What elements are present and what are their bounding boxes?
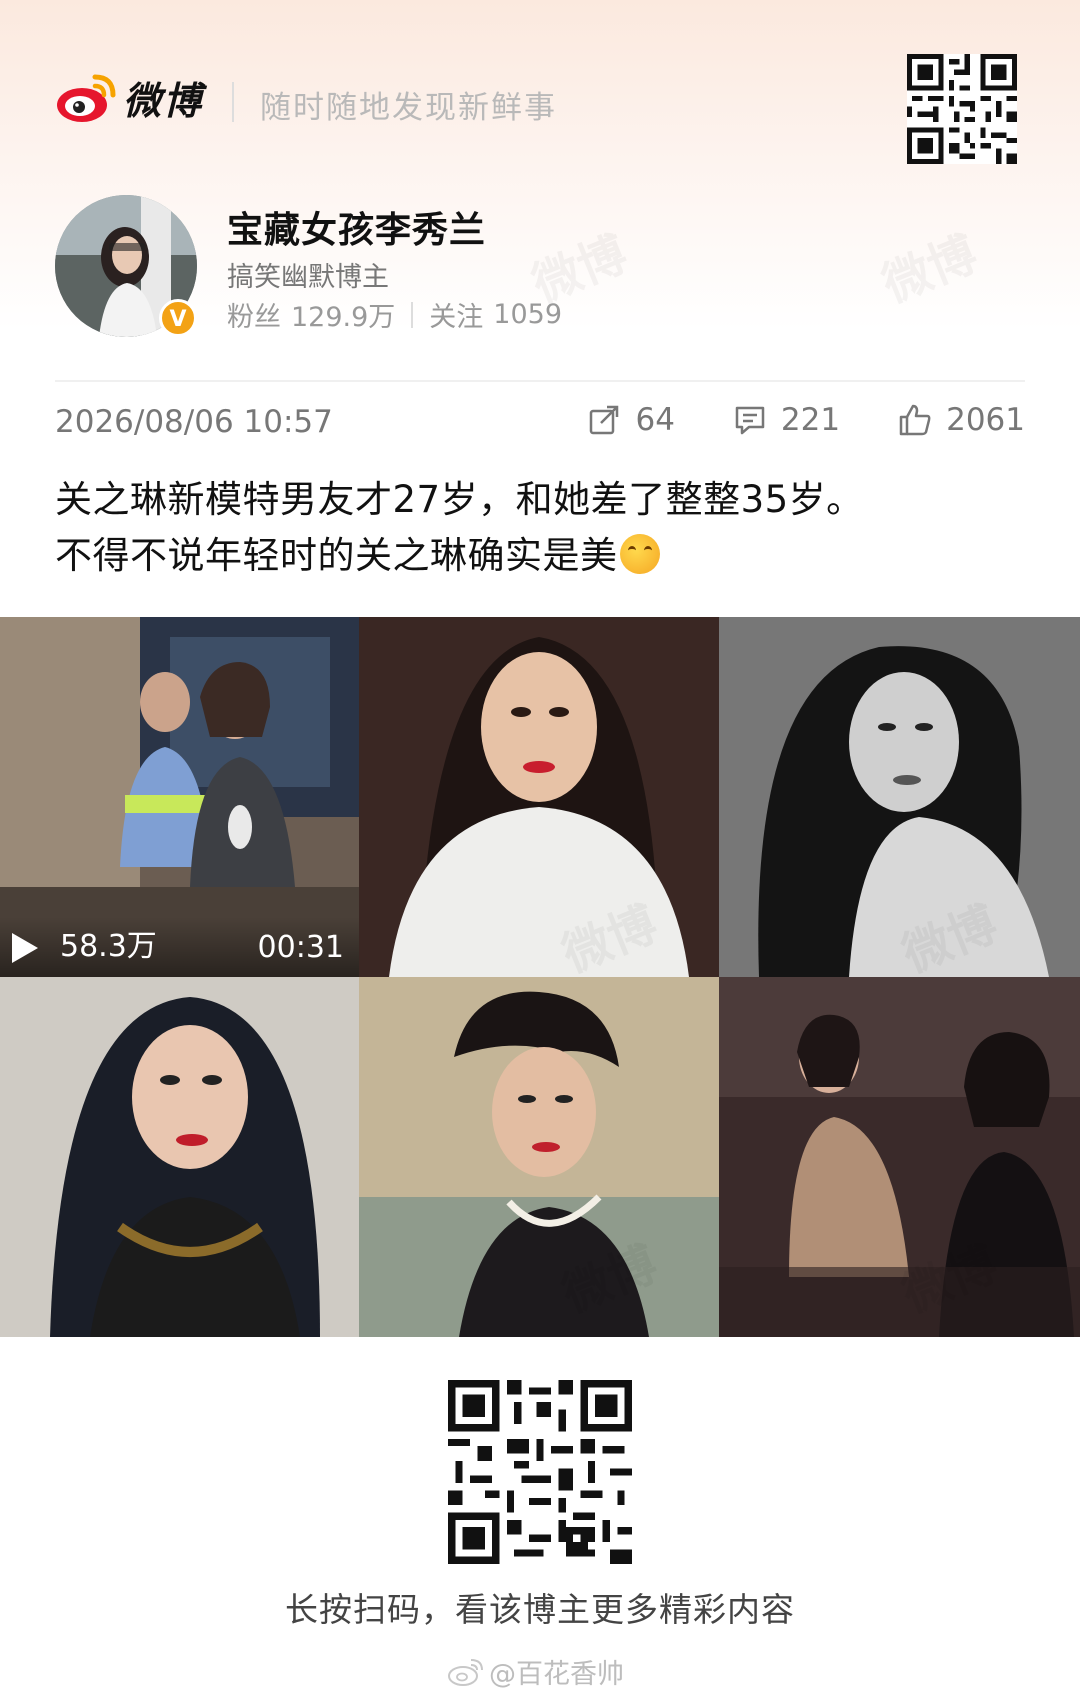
scan-hint: 长按扫码，看该博主更多精彩内容	[285, 1590, 795, 1629]
like-button[interactable]: 2061	[898, 402, 1025, 438]
crying-laughing-emoji-icon	[619, 534, 660, 574]
repost-icon	[590, 405, 619, 435]
comment-count: 221	[780, 402, 841, 438]
post-actions: 64 221 2061	[529, 402, 1025, 438]
comment-icon	[735, 406, 765, 435]
qr-code-small	[907, 54, 1017, 164]
comment-button[interactable]: 221	[733, 402, 840, 438]
video-duration: 00:31	[257, 930, 344, 965]
user-stats: 粉丝 129.9万 关注 1059	[227, 295, 562, 334]
photo-4[interactable]	[0, 977, 359, 1337]
photo-2[interactable]	[359, 617, 719, 977]
photo-5[interactable]	[359, 977, 719, 1337]
post-meta: 2026/08/06 10:57 64 221 2061	[55, 402, 1025, 452]
slogan: 随时随地发现新鲜事	[260, 90, 557, 126]
fans-count: 129.9万	[291, 302, 396, 333]
photo-4-image	[0, 977, 359, 1337]
weibo-icon	[448, 1658, 483, 1686]
header-divider	[232, 82, 234, 122]
thumbs-up-icon	[899, 404, 931, 436]
weibo-header: 微博 随时随地发现新鲜事	[55, 54, 1025, 164]
divider	[55, 380, 1025, 382]
logo-text: 微博	[123, 79, 204, 123]
post-text: 关之琳新模特男友才27岁，和她差了整整35岁。 不得不说年轻时的关之琳确实是美	[55, 472, 1040, 584]
source-handle: @百花香帅	[489, 1659, 624, 1690]
username[interactable]: 宝藏女孩李秀兰	[227, 201, 486, 253]
profile-card: V 宝藏女孩李秀兰 搞笑幽默博主 粉丝 129.9万 关注 1059	[55, 195, 1025, 345]
post-text-line-1: 关之琳新模特男友才27岁，和她差了整整35岁。	[55, 478, 864, 521]
repost-count: 64	[635, 402, 675, 438]
source-credit: @百花香帅	[447, 1652, 624, 1691]
like-count: 2061	[946, 402, 1025, 438]
post-text-line-2: 不得不说年轻时的关之琳确实是美	[55, 534, 618, 577]
qr-code-large[interactable]	[448, 1380, 632, 1564]
video-thumbnail[interactable]: 58.3万 00:31	[0, 617, 359, 977]
photo-5-image	[359, 977, 719, 1337]
follow-count: 1059	[493, 299, 563, 330]
post-date: 2026/08/06 10:57	[55, 404, 333, 440]
play-icon[interactable]	[12, 933, 38, 963]
verified-badge: V	[159, 299, 197, 337]
weibo-logo[interactable]: 微博	[55, 70, 203, 125]
image-grid: 58.3万 00:31	[0, 617, 1080, 1337]
fans-label: 粉丝	[227, 302, 281, 333]
user-description: 搞笑幽默博主	[227, 262, 389, 293]
photo-3-image	[719, 617, 1080, 977]
video-views: 58.3万	[60, 929, 157, 964]
stats-divider	[411, 301, 414, 328]
photo-6[interactable]	[719, 977, 1080, 1337]
repost-button[interactable]: 64	[587, 402, 675, 438]
photo-6-image	[719, 977, 1080, 1337]
post-text-line-2-wrap: 不得不说年轻时的关之琳确实是美	[55, 528, 1040, 584]
photo-2-image	[359, 617, 719, 977]
follow-label: 关注	[429, 302, 484, 333]
photo-3[interactable]	[719, 617, 1080, 977]
weibo-eye-icon	[57, 74, 116, 122]
